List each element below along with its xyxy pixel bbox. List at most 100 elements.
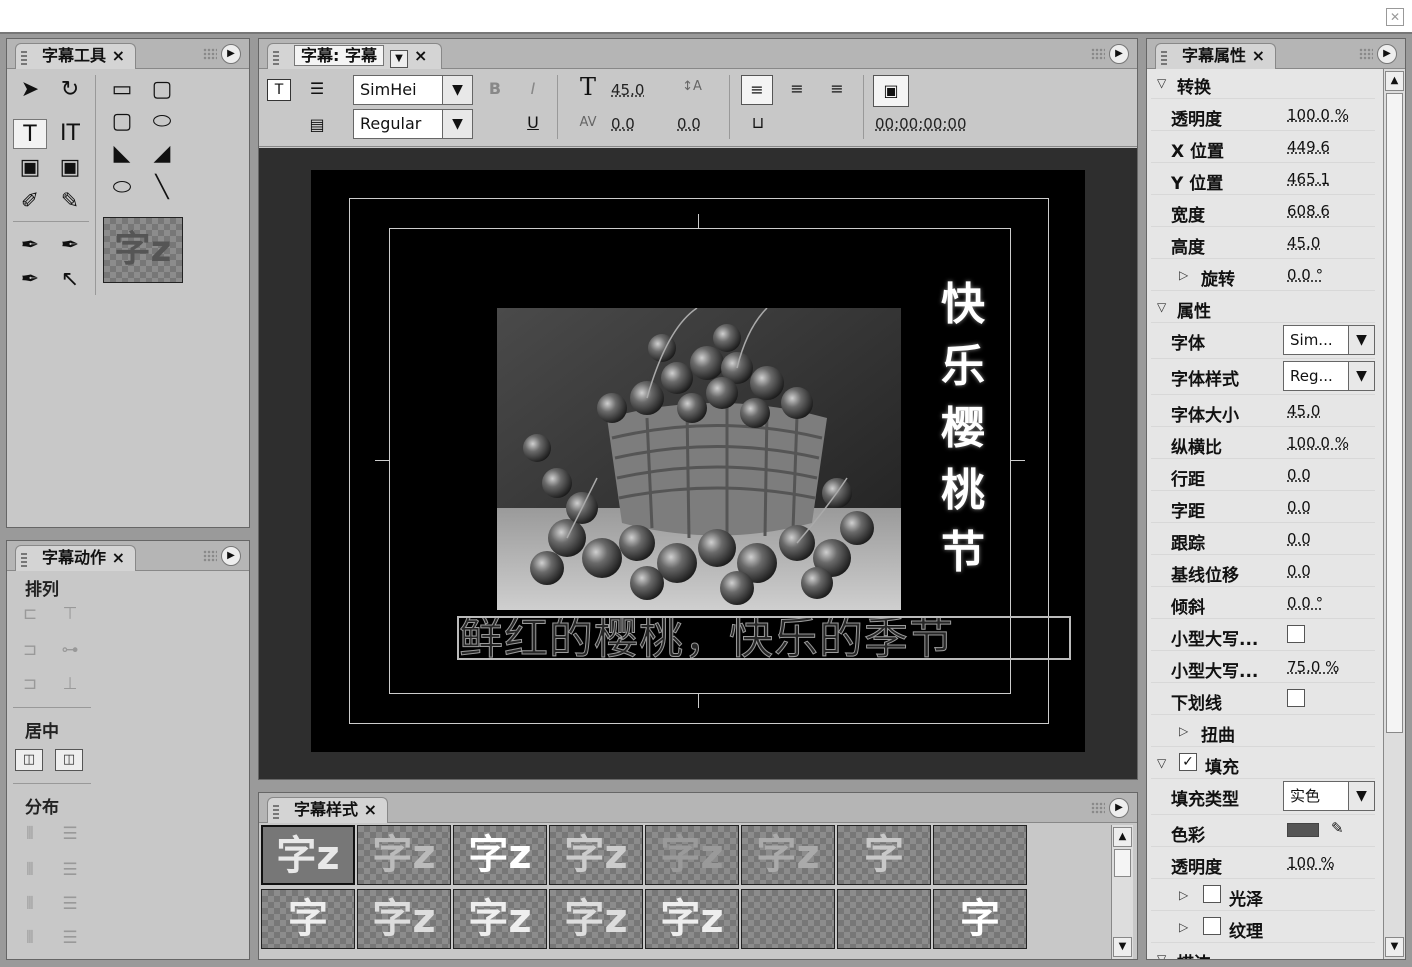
kerning-value[interactable]: 0.0 bbox=[611, 115, 635, 133]
tab-title[interactable]: 字幕: 字幕 ▼ × bbox=[267, 43, 443, 69]
clipped-rectangle-tool-icon[interactable]: ▢ bbox=[145, 75, 179, 105]
style-swatch[interactable]: 字z bbox=[645, 825, 739, 885]
collapsed-triangle-icon[interactable]: ▷ bbox=[1179, 920, 1188, 934]
style-swatch[interactable]: 字 bbox=[933, 889, 1027, 949]
properties-group[interactable]: ▽ 属性 bbox=[1151, 291, 1375, 323]
rounded-rectangle-tool-icon[interactable]: ▢ bbox=[105, 107, 139, 137]
video-frame[interactable]: 快 乐 樱 桃 节 鲜红的樱桃，快乐的季节 bbox=[311, 170, 1085, 752]
tab-title-actions[interactable]: 字幕动作 × bbox=[15, 545, 136, 571]
style-swatch[interactable] bbox=[933, 825, 1027, 885]
tab-title-tools[interactable]: 字幕工具 × bbox=[15, 43, 136, 69]
vertical-title-text[interactable]: 快 乐 樱 桃 节 bbox=[937, 274, 989, 584]
style-swatch[interactable]: 字z bbox=[549, 889, 643, 949]
rotation-value[interactable]: 0.0 ° bbox=[1287, 266, 1323, 284]
subtitle-text-box[interactable]: 鲜红的樱桃，快乐的季节 bbox=[457, 616, 1071, 660]
tab-close-icon[interactable]: × bbox=[414, 46, 427, 65]
leading-prop-value[interactable]: 0.0 bbox=[1287, 466, 1311, 484]
eyedropper-icon[interactable]: ✎ bbox=[1331, 819, 1344, 837]
style-swatch[interactable]: 字z bbox=[357, 825, 451, 885]
selection-tool-icon[interactable]: ➤ bbox=[13, 75, 47, 105]
fill-checkbox[interactable]: ✓ bbox=[1179, 753, 1197, 771]
center-horizontal-icon[interactable]: ◫ bbox=[15, 749, 43, 771]
distribute-hcenter-icon[interactable]: ⫴ bbox=[13, 857, 47, 883]
scroll-down-icon[interactable]: ▼ bbox=[1113, 937, 1132, 957]
tracking-value[interactable]: 0.0 bbox=[1287, 530, 1311, 548]
path-type-tool-icon[interactable]: ✐ bbox=[13, 187, 47, 217]
style-swatch[interactable]: 字z bbox=[549, 825, 643, 885]
scroll-up-icon[interactable]: ▲ bbox=[1113, 827, 1132, 847]
rounded-corner-tool-icon[interactable]: ⬭ bbox=[145, 107, 179, 137]
x-position-value[interactable]: 449.6 bbox=[1287, 138, 1330, 156]
scroll-up-icon[interactable]: ▲ bbox=[1385, 71, 1404, 91]
show-video-icon[interactable]: ▣ bbox=[873, 75, 909, 107]
align-vcenter-icon[interactable]: ⊶ bbox=[53, 637, 87, 663]
timecode[interactable]: 00:00:00:00 bbox=[875, 115, 967, 133]
window-close-icon[interactable]: ✕ bbox=[1386, 8, 1404, 26]
align-right-text-icon[interactable]: ≡ bbox=[823, 77, 851, 101]
leading-value[interactable]: 0.0 bbox=[677, 115, 701, 133]
wedge-tool-icon[interactable]: ◣ bbox=[105, 139, 139, 169]
fill-type-dropdown[interactable]: 实色 ▼ bbox=[1283, 781, 1375, 811]
styles-scrollbar[interactable]: ▲ ▼ bbox=[1111, 825, 1133, 959]
properties-scrollbar[interactable]: ▲ ▼ bbox=[1383, 69, 1405, 959]
aspect-value[interactable]: 100.0 % bbox=[1287, 434, 1349, 452]
arc-tool-icon[interactable]: ◢ bbox=[145, 139, 179, 169]
distribute-top-icon[interactable]: ☰ bbox=[53, 821, 87, 847]
stroke-group[interactable]: ▽ 描边 bbox=[1151, 943, 1375, 959]
width-value[interactable]: 608.6 bbox=[1287, 202, 1330, 220]
scroll-thumb[interactable] bbox=[1386, 93, 1403, 733]
tab-close-icon[interactable]: × bbox=[364, 800, 377, 819]
panel-menu-button[interactable]: ▶ bbox=[1109, 798, 1129, 818]
template-icon[interactable]: ▤ bbox=[303, 113, 331, 137]
tab-stops-icon[interactable]: ⊔ bbox=[743, 111, 773, 135]
distribute-spacing-v-icon[interactable]: ☰ bbox=[53, 925, 87, 951]
type-tool-button[interactable]: T bbox=[13, 119, 47, 149]
style-swatch[interactable]: 字z bbox=[453, 825, 547, 885]
font-size-value[interactable]: 45.0 bbox=[611, 81, 644, 99]
style-swatch[interactable]: 字z bbox=[357, 889, 451, 949]
collapsed-triangle-icon[interactable]: ▷ bbox=[1179, 268, 1188, 282]
style-swatch[interactable]: 字z bbox=[645, 889, 739, 949]
distribute-spacing-h-icon[interactable]: ⫴ bbox=[13, 925, 47, 951]
align-bottom-icon[interactable]: ⊥ bbox=[53, 671, 87, 697]
texture-checkbox[interactable] bbox=[1203, 917, 1221, 935]
distribute-bottom-icon[interactable]: ☰ bbox=[53, 891, 87, 917]
scroll-thumb[interactable] bbox=[1114, 849, 1131, 877]
rectangle-tool-icon[interactable]: ▭ bbox=[105, 75, 139, 105]
style-swatch[interactable] bbox=[741, 889, 835, 949]
style-swatch[interactable]: 字z bbox=[261, 825, 355, 885]
tab-close-icon[interactable]: × bbox=[1252, 46, 1265, 65]
underline-button[interactable]: U bbox=[523, 111, 543, 135]
distribute-vcenter-icon[interactable]: ☰ bbox=[53, 857, 87, 883]
vertical-path-type-tool-icon[interactable]: ✎ bbox=[53, 187, 87, 217]
kerning-prop-value[interactable]: 0.0 bbox=[1287, 498, 1311, 516]
font-family-dropdown[interactable]: SimHei ▼ bbox=[353, 75, 473, 105]
scroll-down-icon[interactable]: ▼ bbox=[1385, 937, 1404, 957]
tab-title-properties[interactable]: 字幕属性 × bbox=[1155, 43, 1276, 69]
pen-tool-icon[interactable]: ✒ bbox=[13, 231, 47, 261]
align-hcenter-icon[interactable]: ⊐ bbox=[13, 637, 47, 663]
font-dropdown[interactable]: Sim... ▼ bbox=[1283, 325, 1375, 355]
align-center-text-icon[interactable]: ≡ bbox=[783, 77, 811, 101]
collapsed-triangle-icon[interactable]: ▷ bbox=[1179, 888, 1188, 902]
align-right-icon[interactable]: ⊐ bbox=[13, 671, 47, 697]
transform-group[interactable]: ▽ 转换 bbox=[1151, 67, 1375, 99]
delete-anchor-tool-icon[interactable]: ✒ bbox=[53, 231, 87, 261]
style-swatch[interactable]: 字 bbox=[261, 889, 355, 949]
convert-anchor-tool-icon[interactable]: ↖ bbox=[53, 265, 87, 295]
font-size-prop-value[interactable]: 45.0 bbox=[1287, 402, 1320, 420]
underline-checkbox[interactable] bbox=[1287, 689, 1305, 707]
line-tool-icon[interactable]: ╲ bbox=[145, 173, 179, 203]
font-style-dropdown[interactable]: Regular ▼ bbox=[353, 109, 473, 139]
tab-title-styles[interactable]: 字幕样式 × bbox=[267, 797, 388, 823]
rotate-tool-icon[interactable]: ↻ bbox=[53, 75, 87, 105]
align-left-text-icon[interactable]: ≡ bbox=[741, 75, 773, 105]
fill-color-swatch[interactable] bbox=[1287, 823, 1319, 837]
italic-button[interactable]: I bbox=[523, 77, 543, 101]
center-vertical-icon[interactable]: ◫ bbox=[55, 749, 83, 771]
add-anchor-tool-icon[interactable]: ✒ bbox=[13, 265, 47, 295]
panel-menu-button[interactable]: ▶ bbox=[1109, 44, 1129, 64]
ellipse-tool-icon[interactable]: ⬭ bbox=[105, 173, 139, 203]
tab-close-icon[interactable]: × bbox=[112, 46, 125, 65]
small-caps-size-value[interactable]: 75.0 % bbox=[1287, 658, 1339, 676]
